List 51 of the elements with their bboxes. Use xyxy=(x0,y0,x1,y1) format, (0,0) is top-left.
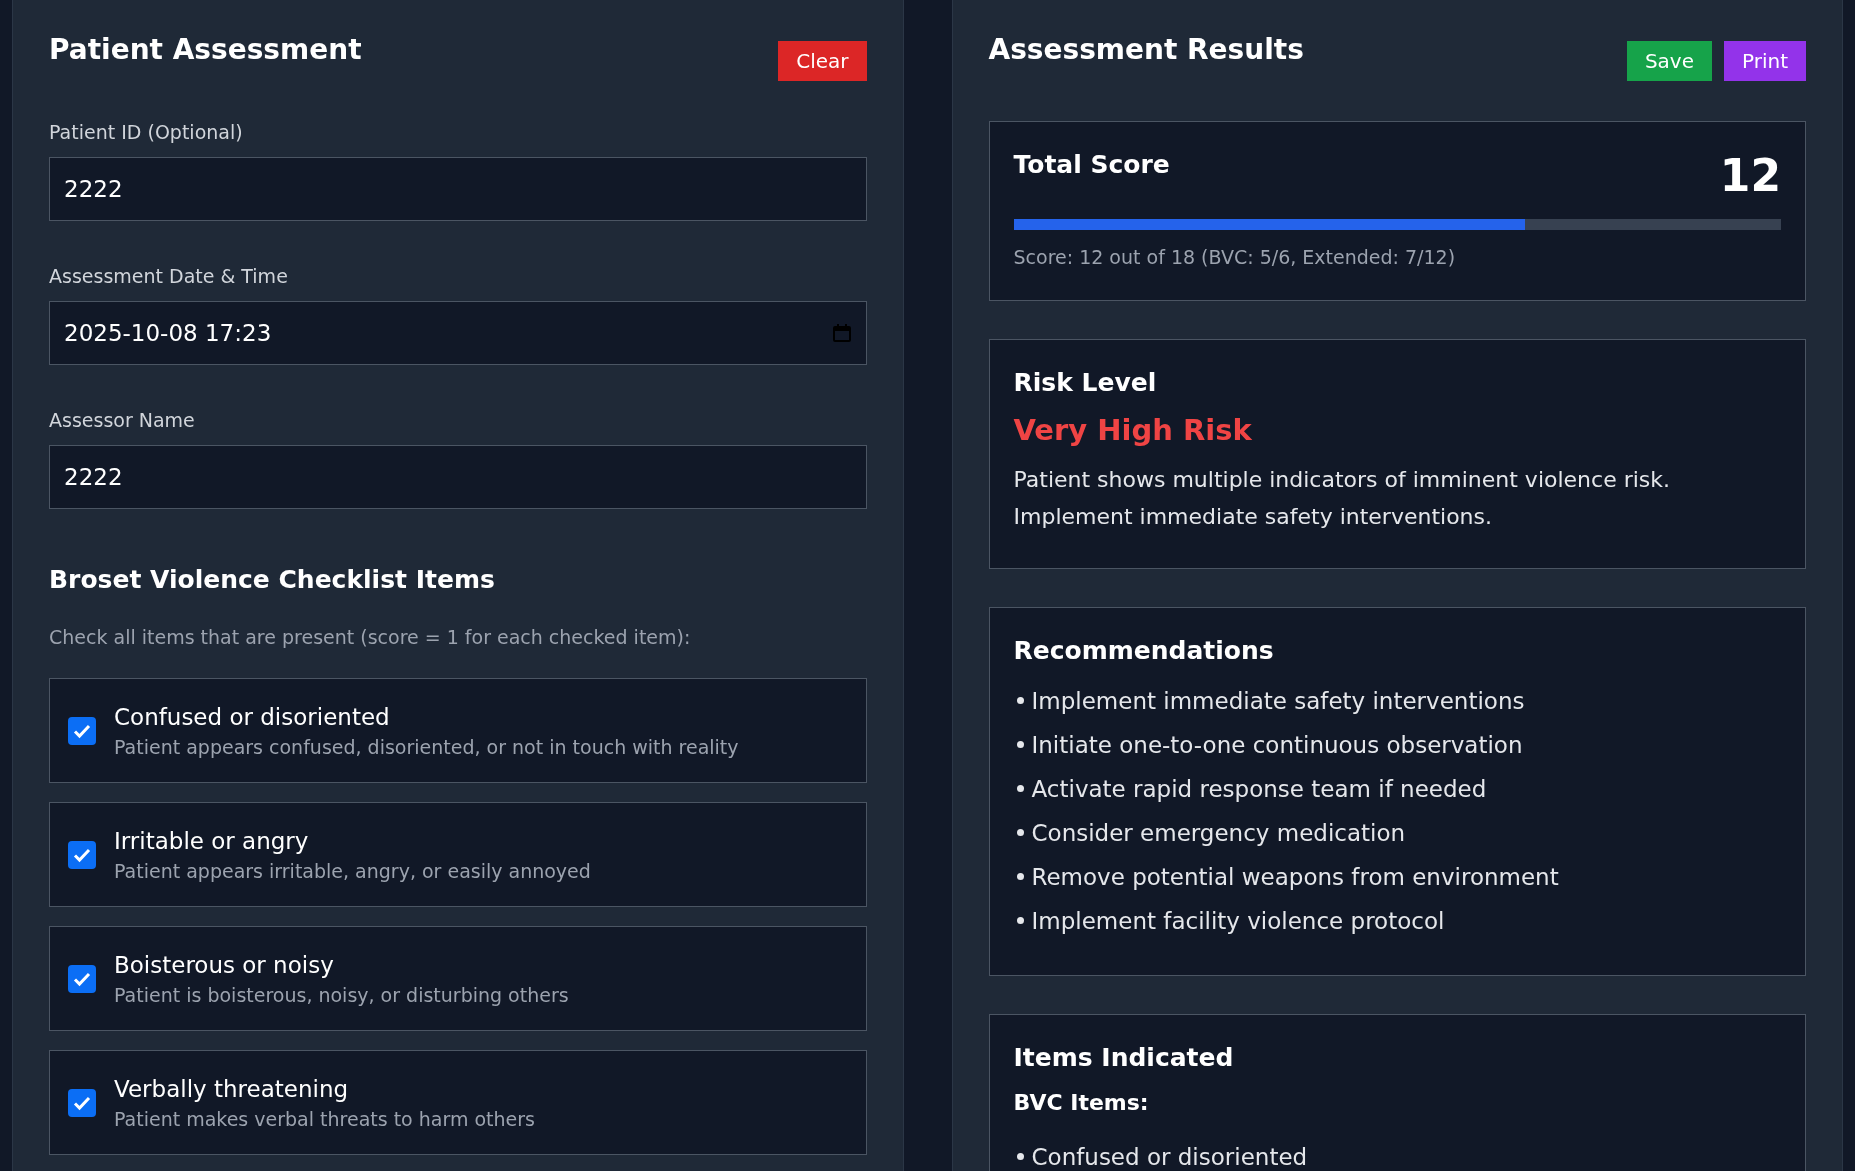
checkbox[interactable] xyxy=(68,964,96,993)
field-label: Assessor Name xyxy=(49,409,196,431)
checkbox[interactable] xyxy=(68,840,96,869)
bullet-icon xyxy=(1016,1152,1024,1160)
risk-level: Very High Risk xyxy=(1013,413,1253,447)
item-description: Patient appears confused, disoriented, or not in touch with reality xyxy=(114,735,739,758)
card-title: Recommendations xyxy=(1013,635,1275,665)
checklist-item[interactable]: Irritable or angry Patient appears irritable, angry, or easily annoyed xyxy=(49,802,867,907)
recommendation-item: Initiate one-to-one continuous observation xyxy=(1013,722,1781,767)
score-summary: Score: 12 out of 18 (BVC: 5/6, Extended: 7/12) xyxy=(1013,246,1457,268)
card-title: Total Score xyxy=(1013,150,1170,179)
bullet-icon xyxy=(1016,784,1024,792)
item-description: Patient is boisterous, noisy, or disturbing others xyxy=(114,983,569,1006)
input-field[interactable]: 2222 xyxy=(49,445,867,509)
clear-button[interactable]: Clear xyxy=(778,41,867,81)
item-title: Irritable or angry xyxy=(114,827,310,854)
section-title: Broset Violence Checklist Items xyxy=(49,565,496,594)
checkbox[interactable] xyxy=(68,1088,96,1117)
item-description: Patient appears irritable, angry, or easily annoyed xyxy=(114,859,591,882)
checklist-item[interactable]: Confused or disoriented Patient appears confused, disoriented, or not in touch with reality xyxy=(49,678,867,783)
bullet-icon xyxy=(1016,740,1024,748)
checklist-item[interactable]: Boisterous or noisy Patient is boisterous, noisy, or disturbing others xyxy=(49,926,867,1031)
checklist-item[interactable]: Verbally threatening Patient makes verbal threats to harm others xyxy=(49,1050,867,1155)
recommendation-item: Remove potential weapons from environment xyxy=(1013,854,1781,899)
field-label: Assessment Date & Time xyxy=(49,265,289,287)
input-field[interactable]: 2222 xyxy=(49,157,867,221)
card-title: Risk Level xyxy=(1013,368,1158,397)
card-title: Items Indicated xyxy=(1013,1042,1235,1072)
bullet-icon xyxy=(1016,696,1024,704)
panel-title: Patient Assessment xyxy=(49,32,362,68)
bullet-icon xyxy=(1016,916,1024,924)
input-field[interactable]: 2025-10-08 17:23 xyxy=(49,301,867,365)
field-label: Patient ID (Optional) xyxy=(49,121,244,143)
instruction-text: Check all items that are present (score = 1 for each checked item): xyxy=(49,626,692,648)
bullet-icon xyxy=(1016,872,1024,880)
item-title: Boisterous or noisy xyxy=(114,951,335,978)
checkbox[interactable] xyxy=(68,716,96,745)
risk-description: Patient shows multiple indicators of imminent violence risk. Implement immediate safety interventions. xyxy=(1013,466,1672,532)
recommendation-item: Consider emergency medication xyxy=(1013,810,1781,855)
item-title: Verbally threatening xyxy=(114,1075,350,1102)
recommendation-item: Activate rapid response team if needed xyxy=(1013,766,1781,811)
recommendation-item: Implement facility violence protocol xyxy=(1013,898,1781,943)
panel-title: Assessment Results xyxy=(988,32,1304,68)
recommendation-item: Implement immediate safety interventions xyxy=(1013,678,1781,723)
item-description: Patient makes verbal threats to harm others xyxy=(114,1107,535,1130)
bullet-icon xyxy=(1016,828,1024,836)
total-score: 12 xyxy=(1719,150,1781,201)
item-title: Confused or disoriented xyxy=(114,703,391,730)
indicated-item: Confused or disoriented xyxy=(1013,1134,1781,1171)
group-title: BVC Items: xyxy=(1013,1089,1150,1115)
print-button[interactable]: Print xyxy=(1724,41,1806,81)
